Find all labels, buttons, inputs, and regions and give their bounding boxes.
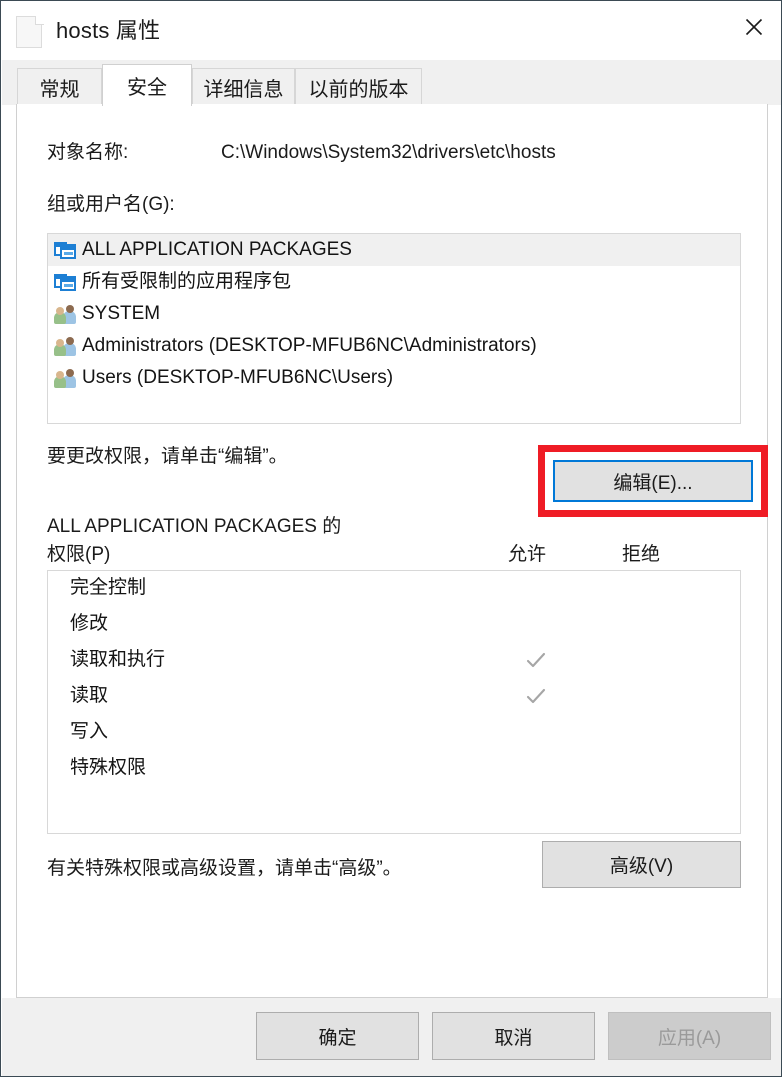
group-user-list[interactable]: ALL APPLICATION PACKAGES 所有受限制的应用程序包 SYS… [47,233,741,424]
tab-security[interactable]: 安全 [102,64,192,106]
tab-label: 以前的版本 [308,79,409,101]
advanced-hint-text: 有关特殊权限或高级设置，请单击“高级”。 [47,858,402,879]
app-package-icon [54,272,76,292]
edit-button[interactable]: 编辑(E)... [553,460,753,502]
permissions-title-line2: 权限(P) [47,544,111,565]
dialog-footer: 确定 取消 应用(A) [2,998,781,1076]
permission-label: 修改 [70,613,109,634]
window-title: hosts 属性 [56,18,161,43]
list-item[interactable]: ALL APPLICATION PACKAGES [48,234,740,266]
permission-label: 读取和执行 [70,649,166,670]
tab-label: 常规 [39,79,80,101]
cancel-button[interactable]: 取消 [432,1012,595,1060]
app-package-icon [54,240,76,260]
close-icon[interactable] [727,3,781,50]
list-item-label: 所有受限制的应用程序包 [82,271,292,292]
permissions-list[interactable]: 完全控制 修改 读取和执行 读取 写入 特殊权限 [47,570,741,834]
checkmark-allow-icon [525,685,547,707]
file-properties-dialog: hosts 属性 常规 安全 详细信息 以前的版本 对象名称: C:\Windo… [0,0,782,1077]
permission-label: 特殊权限 [70,757,147,778]
tab-previous-versions[interactable]: 以前的版本 [295,68,422,106]
table-row[interactable]: 写入 [48,715,740,751]
security-tab-panel: 对象名称: C:\Windows\System32\drivers\etc\ho… [16,104,768,998]
table-row[interactable]: 读取和执行 [48,643,740,679]
table-row[interactable]: 修改 [48,607,740,643]
tab-strip: 常规 安全 详细信息 以前的版本 [2,60,781,106]
list-item-label: Administrators (DESKTOP-MFUB6NC\Administ… [82,335,537,356]
advanced-button-label: 高级(V) [609,856,674,877]
apply-button-label: 应用(A) [657,1027,722,1049]
list-item[interactable]: Users (DESKTOP-MFUB6NC\Users) [48,362,740,394]
table-row[interactable]: 完全控制 [48,571,740,607]
list-item[interactable]: SYSTEM [48,298,740,330]
list-item[interactable]: Administrators (DESKTOP-MFUB6NC\Administ… [48,330,740,362]
permission-label: 写入 [70,721,109,742]
file-document-icon [16,16,44,49]
permission-label: 完全控制 [70,577,147,598]
list-item-label: ALL APPLICATION PACKAGES [82,239,352,260]
edit-button-label: 编辑(E)... [613,472,693,494]
checkmark-allow-icon [525,649,547,671]
cancel-button-label: 取消 [494,1027,533,1049]
ok-button-label: 确定 [318,1027,357,1049]
tab-details[interactable]: 详细信息 [192,68,295,106]
title-bar: hosts 属性 [2,2,781,60]
tab-label: 详细信息 [203,79,284,101]
users-group-icon [54,336,76,356]
list-item-label: SYSTEM [82,303,161,324]
edit-hint-text: 要更改权限，请单击“编辑”。 [47,446,288,467]
tab-general[interactable]: 常规 [17,68,102,106]
groups-label: 组或用户名(G): [47,194,175,215]
object-name-label: 对象名称: [47,142,129,163]
permissions-title-line1: ALL APPLICATION PACKAGES 的 [47,516,342,537]
ok-button[interactable]: 确定 [256,1012,419,1060]
apply-button: 应用(A) [608,1012,771,1060]
table-row[interactable]: 读取 [48,679,740,715]
column-header-allow: 允许 [508,544,547,565]
object-name-value: C:\Windows\System32\drivers\etc\hosts [221,142,556,163]
users-group-icon [54,368,76,388]
list-item-label: Users (DESKTOP-MFUB6NC\Users) [82,367,394,388]
users-group-icon [54,304,76,324]
list-item[interactable]: 所有受限制的应用程序包 [48,266,740,298]
column-header-deny: 拒绝 [622,544,661,565]
tab-label: 安全 [127,77,167,99]
permission-label: 读取 [70,685,109,706]
table-row[interactable]: 特殊权限 [48,751,740,787]
advanced-button[interactable]: 高级(V) [542,841,741,888]
